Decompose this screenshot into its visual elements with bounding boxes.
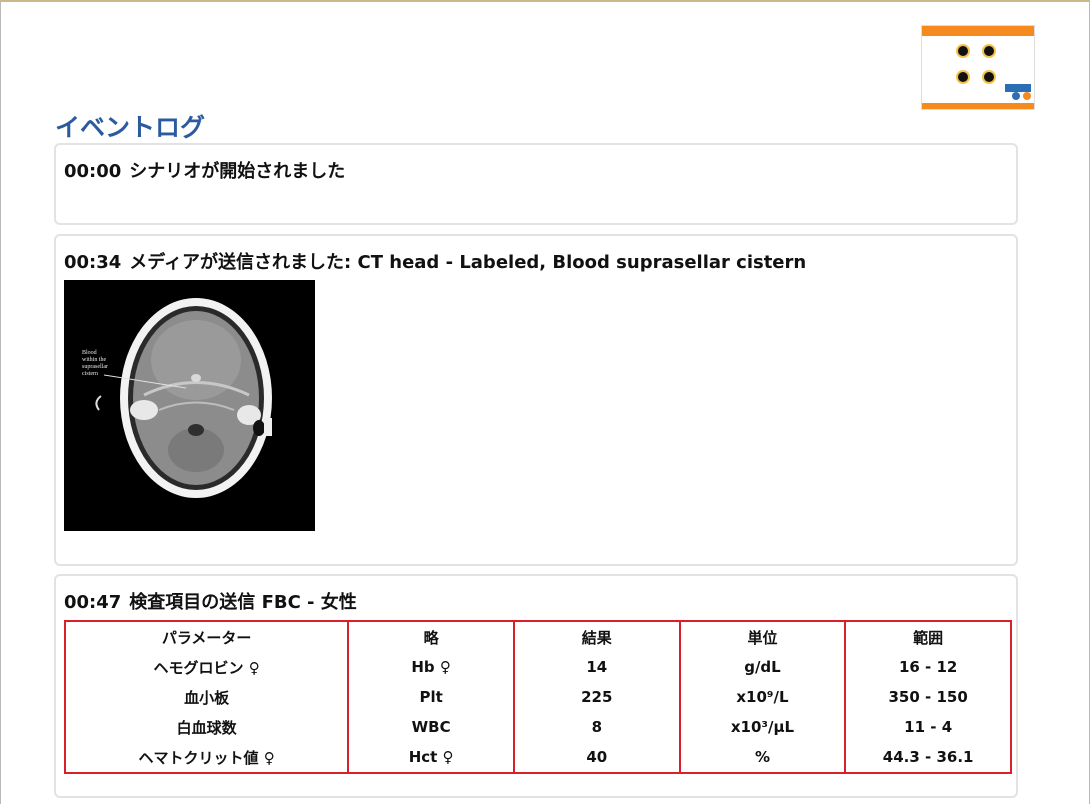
column-header: 範囲: [844, 621, 1012, 652]
table-cell: 11 - 4: [844, 712, 1012, 742]
column-header: 結果: [512, 621, 681, 652]
table-cell: 350 - 150: [844, 682, 1012, 712]
thumbnail-button-icon: [1012, 92, 1020, 100]
event-heading: 00:00 シナリオが開始されました: [64, 157, 345, 183]
event-heading: 00:34 メディアが送信されました: CT head - Labeled, Bl…: [64, 248, 806, 274]
event-card-lab: 00:47 検査項目の送信 FBC - 女性 パラメーター 略 結果 単位 範囲 …: [54, 574, 1018, 798]
table-cell: x10⁹/L: [678, 682, 847, 712]
event-card-start: 00:00 シナリオが開始されました: [54, 143, 1018, 225]
table-cell: 14: [512, 652, 681, 682]
table-row: ヘマトクリット値 ♀ Hct ♀ 40 % 44.3 - 36.1: [63, 742, 1012, 773]
event-time: 00:47: [64, 592, 122, 613]
table-cell: Plt: [347, 682, 515, 712]
thumbnail-button-icon: [1023, 92, 1031, 100]
ct-annotation-line: cistern: [82, 371, 98, 377]
thumbnail-gauge-icon: [982, 70, 996, 84]
table-row: ヘモグロビン ♀ Hb ♀ 14 g/dL 16 - 12: [63, 652, 1012, 682]
table-cell: 44.3 - 36.1: [844, 742, 1012, 773]
table-cell: 白血球数: [63, 712, 350, 742]
table-cell: Hct ♀: [347, 742, 515, 773]
event-time: 00:00: [64, 161, 122, 182]
event-text: 検査項目の送信 FBC - 女性: [129, 592, 357, 613]
table-cell: 16 - 12: [844, 652, 1012, 682]
table-row: 血小板 Plt 225 x10⁹/L 350 - 150: [63, 682, 1012, 712]
page-title: イベントログ: [55, 113, 206, 142]
table-row: 白血球数 WBC 8 x10³/µL 11 - 4: [63, 712, 1012, 742]
table-cell: WBC: [347, 712, 515, 742]
thumbnail-gauge-icon: [956, 70, 970, 84]
event-text: シナリオが開始されました: [129, 161, 346, 182]
event-card-media: 00:34 メディアが送信されました: CT head - Labeled, Bl…: [54, 234, 1018, 566]
thumbnail-header-bar: [922, 26, 1034, 36]
table-cell: 225: [512, 682, 681, 712]
thumbnail-gauge-icon: [956, 44, 970, 58]
ct-head-image[interactable]: Blood within the suprasellar cistern: [64, 280, 315, 531]
event-text: メディアが送信されました: CT head - Labeled, Blood s…: [129, 252, 807, 273]
ct-scan-graphic: Blood within the suprasellar cistern: [64, 280, 315, 531]
table-cell: g/dL: [678, 652, 847, 682]
thumbnail-gauge-icon: [982, 44, 996, 58]
table-cell: 8: [512, 712, 681, 742]
table-cell: Hb ♀: [347, 652, 515, 682]
table-cell: ヘマトクリット値 ♀: [63, 742, 350, 773]
ct-annotation-line: Blood: [82, 350, 97, 356]
thumbnail-side-panel: [1005, 84, 1031, 92]
table-cell: %: [678, 742, 847, 773]
table-cell: x10³/µL: [678, 712, 847, 742]
ct-annotation-line: within the: [82, 357, 107, 363]
column-header: 略: [347, 621, 515, 652]
table-cell: ヘモグロビン ♀: [63, 652, 350, 682]
thumbnail-footer-bar: [922, 103, 1034, 109]
ct-annotation-line: suprasellar: [82, 364, 108, 370]
lab-results-table: パラメーター 略 結果 単位 範囲 ヘモグロビン ♀ Hb ♀ 14 g/dL …: [63, 620, 1012, 774]
table-header-row: パラメーター 略 結果 単位 範囲: [63, 621, 1012, 652]
table-cell: 血小板: [63, 682, 350, 712]
column-header: パラメーター: [63, 621, 350, 652]
event-time: 00:34: [64, 252, 122, 273]
column-header: 単位: [678, 621, 847, 652]
monitor-thumbnail[interactable]: [921, 25, 1035, 110]
event-heading: 00:47 検査項目の送信 FBC - 女性: [64, 588, 357, 614]
table-cell: 40: [512, 742, 681, 773]
